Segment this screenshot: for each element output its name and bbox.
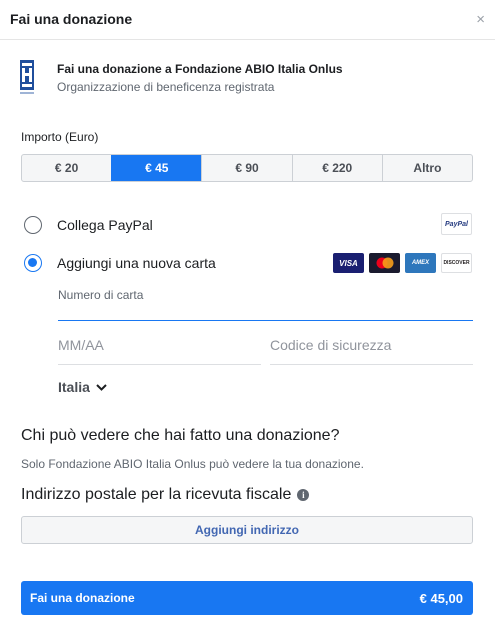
discover-label: DISCOVER <box>443 260 470 266</box>
country-value: Italia <box>58 379 90 395</box>
amount-option-other[interactable]: Altro <box>381 155 472 181</box>
country-selector[interactable]: Italia <box>58 379 107 395</box>
paypal-label: Collega PayPal <box>57 217 153 233</box>
dialog-title: Fai una donazione <box>10 11 133 27</box>
visa-label: VISA <box>339 258 358 268</box>
amount-selector: € 20 € 45 € 90 € 220 Altro <box>21 154 473 182</box>
expiry-input[interactable]: MM/AA <box>58 337 104 353</box>
security-code-underline <box>270 364 473 365</box>
paypal-option[interactable]: Collega PayPal PayPal <box>24 213 474 235</box>
organization-subtitle: Organizzazione di beneficenza registrata <box>57 80 275 94</box>
visibility-text: Solo Fondazione ABIO Italia Onlus può ve… <box>21 457 364 471</box>
expiry-underline <box>58 364 261 365</box>
visa-icon: VISA <box>333 253 364 273</box>
card-number-underline <box>58 320 473 321</box>
amount-option-220[interactable]: € 220 <box>291 155 382 181</box>
donate-total: € 45,00 <box>419 590 463 606</box>
paypal-radio[interactable] <box>24 216 42 234</box>
close-icon[interactable]: × <box>476 12 485 27</box>
security-code-input[interactable]: Codice di sicurezza <box>270 337 391 353</box>
amount-option-45[interactable]: € 45 <box>111 155 202 181</box>
organization-name: Fai una donazione a Fondazione ABIO Ital… <box>57 62 343 76</box>
paypal-badge-icon: PayPal <box>441 213 472 235</box>
info-icon[interactable]: i <box>297 489 310 501</box>
new-card-radio[interactable] <box>24 254 42 272</box>
add-address-button[interactable]: Aggiungi indirizzo <box>21 516 473 544</box>
new-card-option[interactable]: Aggiungi una nuova carta VISA AMEX DISCO… <box>24 253 474 273</box>
amount-option-90[interactable]: € 90 <box>201 155 291 181</box>
mastercard-circles-icon <box>376 257 393 269</box>
donate-button-label: Fai una donazione <box>30 591 135 605</box>
abio-logo <box>20 60 34 94</box>
amount-label: Importo (Euro) <box>21 130 99 144</box>
card-number-input[interactable]: Numero di carta <box>58 288 143 302</box>
amex-label: AMEX <box>411 260 430 266</box>
new-card-label: Aggiungi una nuova carta <box>57 255 216 271</box>
address-title: Indirizzo postale per la ricevuta fiscal… <box>21 486 292 503</box>
chevron-down-icon <box>96 383 107 391</box>
dialog-header: Fai una donazione × <box>0 0 495 40</box>
amex-icon: AMEX <box>405 253 436 273</box>
address-section-title: Indirizzo postale per la ricevuta fiscal… <box>21 486 310 504</box>
discover-icon: DISCOVER <box>441 253 472 273</box>
visibility-title: Chi può vedere che hai fatto una donazio… <box>21 427 340 444</box>
donate-button[interactable]: Fai una donazione € 45,00 <box>21 581 473 615</box>
mastercard-icon <box>369 253 400 273</box>
amount-option-20[interactable]: € 20 <box>22 155 111 181</box>
